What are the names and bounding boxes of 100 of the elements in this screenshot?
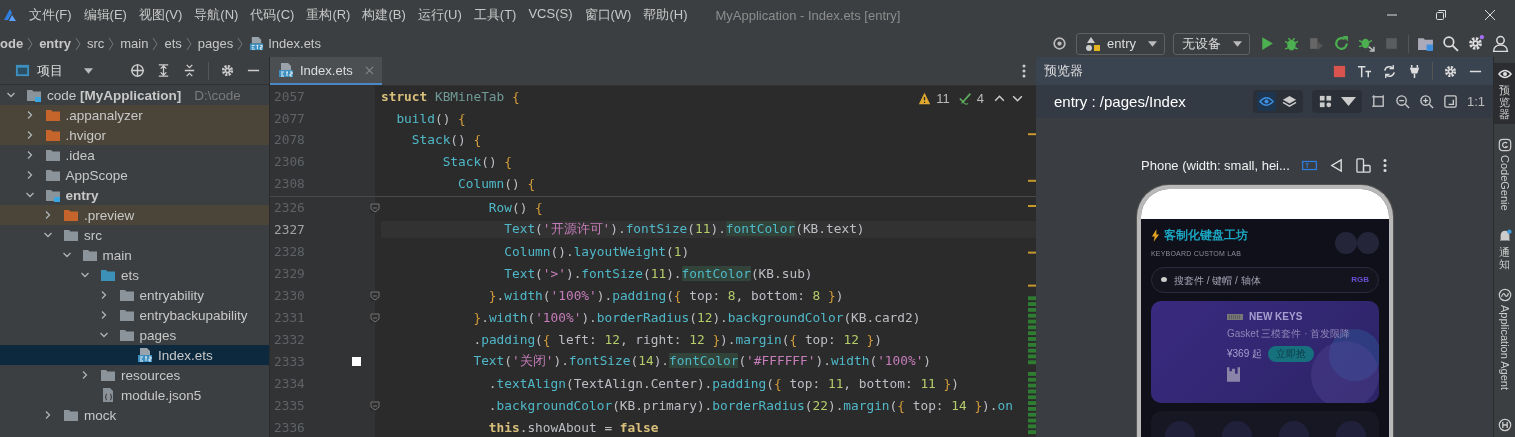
eye-icon[interactable] (1256, 92, 1276, 111)
chevron-icon[interactable] (43, 210, 53, 220)
chevron-icon[interactable] (80, 270, 90, 280)
lightning-icon (1151, 229, 1160, 243)
tree-row[interactable]: entry (0, 185, 269, 205)
font-size-icon[interactable] (1357, 63, 1372, 79)
chevron-icon[interactable] (98, 330, 109, 340)
plug-icon[interactable] (1407, 63, 1422, 79)
tool-window-button[interactable]: 预览器 (1494, 63, 1515, 125)
tree-row[interactable]: entrybackupability (0, 305, 269, 325)
tree-row[interactable]: Index.ets (0, 345, 269, 365)
tree-row[interactable]: .appanalyzer (0, 105, 269, 125)
folder-icon[interactable] (1417, 35, 1434, 52)
refresh-icon[interactable] (1382, 63, 1397, 79)
tree-row[interactable]: resources (0, 365, 269, 385)
frame-icon[interactable] (1370, 94, 1386, 109)
tool-window-button[interactable]: CodeGenie (1494, 134, 1515, 215)
rotate-device-icon[interactable] (1355, 158, 1371, 174)
editor-tab[interactable]: Index.ets (270, 57, 382, 85)
tree-row[interactable]: code [MyApplication] D:\code (0, 85, 269, 105)
restore-icon[interactable] (1435, 9, 1447, 21)
panel-title[interactable]: 项目 (37, 61, 63, 80)
reload-icon[interactable] (1333, 35, 1350, 52)
tree-row[interactable]: pages (0, 325, 269, 345)
menu-item[interactable]: VCS(S) (522, 6, 579, 24)
tool-window-button[interactable]: Application Agent (1494, 284, 1515, 395)
fold-icon[interactable] (370, 400, 380, 411)
menu-item[interactable]: 文件(F) (23, 6, 78, 24)
zoom-out-icon[interactable] (1394, 94, 1410, 109)
actual-size-button[interactable]: 1:1 (1466, 94, 1485, 109)
check-icon[interactable] (958, 92, 972, 105)
tree-row[interactable]: module.json5 (0, 385, 269, 405)
tree-row[interactable]: .preview (0, 205, 269, 225)
collapse-all-icon[interactable] (182, 63, 197, 78)
chevron-icon[interactable] (24, 190, 35, 200)
expand-all-icon[interactable] (156, 63, 171, 78)
bookmark-icon[interactable] (352, 357, 361, 367)
tree-row[interactable]: entryability (0, 285, 269, 305)
breadcrumb[interactable]: Index.ets (268, 36, 321, 51)
breadcrumb[interactable]: pages (197, 36, 234, 51)
breadcrumb[interactable]: main (120, 36, 149, 51)
chevron-icon[interactable] (43, 410, 53, 420)
tree-row[interactable]: mock (0, 405, 269, 425)
target-icon[interactable] (1051, 35, 1069, 52)
layout-dropdown[interactable] (1311, 90, 1362, 113)
menu-item[interactable]: 运行(U) (411, 6, 468, 24)
code-line: Column() { (457, 175, 536, 191)
caret-icon[interactable] (84, 67, 93, 74)
module-dropdown[interactable]: entry (1076, 32, 1165, 55)
chevron-icon[interactable] (80, 370, 90, 380)
tree-row[interactable]: src (0, 225, 269, 245)
code-line: Row() { (487, 200, 543, 216)
menu-item[interactable]: 帮助(H) (637, 6, 694, 24)
breadcrumb[interactable]: entry (39, 36, 71, 51)
stop-icon[interactable] (1332, 63, 1347, 79)
settings-icon[interactable] (220, 63, 235, 78)
menu-item[interactable]: 视图(V) (132, 6, 189, 24)
folder-icon (81, 247, 98, 263)
bug-icon[interactable] (1283, 35, 1300, 52)
device-dropdown[interactable]: 无设备 (1173, 32, 1250, 55)
tool-window-button[interactable]: 通知 (1494, 224, 1515, 275)
warning-icon[interactable] (918, 92, 932, 105)
tree-row[interactable]: .hvigor (0, 125, 269, 145)
breadcrumb[interactable]: src (86, 36, 105, 51)
menu-item[interactable]: 工具(T) (467, 6, 523, 24)
tree-label: mock (84, 407, 117, 423)
fold-icon[interactable] (370, 290, 380, 301)
user-icon[interactable] (1492, 35, 1509, 52)
more-icon[interactable] (1382, 158, 1387, 174)
tree-row[interactable]: main (0, 245, 269, 265)
more-icon[interactable] (1022, 64, 1026, 78)
menu-item[interactable]: 导航(N) (188, 6, 245, 24)
chevron-icon[interactable] (43, 230, 53, 240)
menu-item[interactable]: 代码(C) (244, 6, 301, 24)
menu-item[interactable]: 编辑(E) (77, 6, 133, 24)
zoom-in-icon[interactable] (1418, 94, 1434, 109)
page-route: entry : /pages/Index (1054, 93, 1186, 110)
code-line: .textAlign(TextAlign.Center).padding({ top: 11, bottom: 11 }) (487, 376, 959, 392)
chevron-icon[interactable] (61, 250, 72, 260)
menu-item[interactable]: 窗口(W) (578, 6, 638, 24)
back-icon[interactable] (1328, 158, 1344, 174)
breadcrumb[interactable]: ets (164, 36, 182, 51)
breadcrumb[interactable]: ode (0, 36, 24, 51)
fold-icon[interactable] (370, 202, 380, 213)
locate-icon[interactable] (130, 63, 145, 78)
fit-icon[interactable] (1442, 94, 1458, 109)
fold-icon[interactable] (370, 312, 380, 323)
panel-title: 预览器 (1044, 62, 1083, 80)
keyboard-icon (1227, 313, 1243, 320)
json-file-icon (100, 387, 116, 403)
settings-icon[interactable] (1467, 35, 1484, 52)
settings-icon[interactable] (1443, 63, 1458, 79)
chevron-icon[interactable] (6, 90, 16, 100)
code-line: build() { (395, 110, 466, 126)
tree-row[interactable]: .idea (0, 145, 269, 165)
tree-row[interactable]: ets (0, 265, 269, 285)
menu-item[interactable]: 重构(R) (300, 6, 357, 24)
tree-row[interactable]: AppScope (0, 165, 269, 185)
search-icon[interactable] (1442, 35, 1459, 52)
menu-item[interactable]: 构建(B) (356, 6, 412, 24)
